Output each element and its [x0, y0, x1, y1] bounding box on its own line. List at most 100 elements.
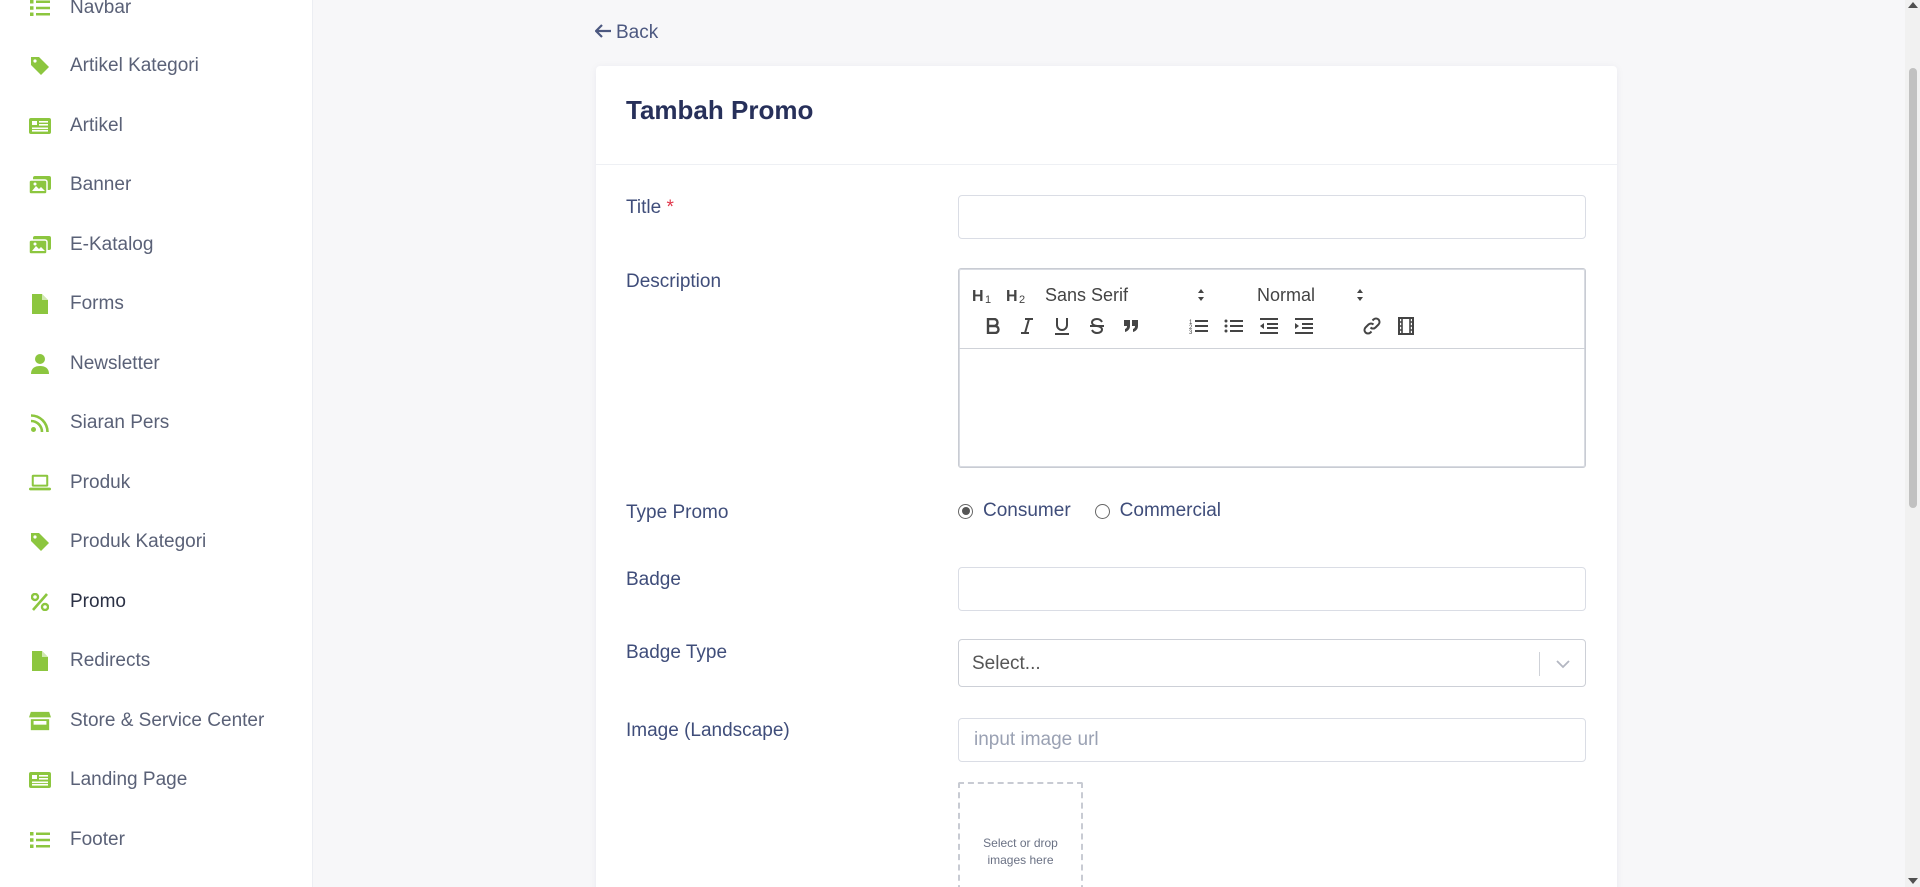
file-icon [29, 293, 51, 315]
back-label: Back [616, 22, 659, 43]
sidebar-item-label: Footer [70, 829, 125, 850]
sidebar-item-produk-kategori[interactable]: Produk Kategori [0, 522, 312, 562]
bold-icon[interactable] [979, 313, 1007, 339]
editor-toolbar: H1 H2 Sans Serif Normal 1 2 3 [959, 269, 1585, 349]
svg-text:H: H [972, 288, 984, 303]
sidebar-item-navbar[interactable]: Navbar [0, 0, 312, 28]
page-title: Tambah Promo [626, 95, 814, 125]
badge-type-select[interactable]: Select... [958, 639, 1586, 687]
link-icon[interactable] [1358, 313, 1386, 339]
list-icon [29, 829, 51, 851]
ordered-list-icon[interactable]: 123 [1185, 313, 1213, 339]
scroll-thumb[interactable] [1909, 68, 1917, 508]
type-promo-label: Type Promo [626, 502, 729, 523]
commercial-radio-label: Commercial [1119, 500, 1222, 521]
bullet-list-icon[interactable] [1220, 313, 1248, 339]
sidebar-item-label: Artikel [70, 115, 123, 136]
sidebar-item-label: Redirects [70, 650, 151, 671]
italic-icon[interactable] [1013, 313, 1041, 339]
sidebar-item-e-katalog[interactable]: E-Katalog [0, 225, 312, 265]
list-icon [29, 0, 51, 19]
indent-icon[interactable] [1290, 313, 1318, 339]
sidebar-item-landing-page[interactable]: Landing Page [0, 760, 312, 800]
sidebar-item-artikel-kategori[interactable]: Artikel Kategori [0, 46, 312, 86]
promo-form-card: Tambah Promo Title * Description H1 H2 S… [596, 66, 1617, 887]
sidebar-item-forms[interactable]: Forms [0, 284, 312, 324]
file-icon [29, 650, 51, 672]
description-editor: H1 H2 Sans Serif Normal 1 2 3 [958, 268, 1586, 468]
sidebar-item-label: E-Katalog [70, 234, 154, 255]
title-input[interactable] [958, 195, 1586, 239]
svg-text:2: 2 [1019, 294, 1025, 303]
font-family-value: Sans Serif [1045, 284, 1129, 305]
title-field-label: Title * [626, 197, 674, 219]
type-promo-radio-group: Consumer Commercial [958, 500, 1245, 522]
sidebar-item-label: Forms [70, 293, 124, 314]
chevron-down-icon [1556, 660, 1570, 669]
sidebar-item-label: Newsletter [70, 353, 160, 374]
image-dropzone[interactable]: Select or drop images here [958, 782, 1083, 887]
radio-checked-icon [958, 503, 973, 519]
sidebar-item-redirects[interactable]: Redirects [0, 641, 312, 681]
consumer-radio[interactable]: Consumer [958, 500, 1071, 522]
sidebar-item-label: Banner [70, 174, 132, 195]
sidebar-item-label: Promo [70, 591, 126, 612]
image-landscape-label: Image (Landscape) [626, 720, 790, 741]
select-divider [1539, 652, 1540, 676]
heading1-icon[interactable]: H1 [969, 282, 997, 308]
sidebar-item-banner[interactable]: Banner [0, 165, 312, 205]
sidebar-item-label: Navbar [70, 0, 132, 18]
select-arrows-icon [1357, 289, 1363, 301]
sidebar-item-label: Siaran Pers [70, 412, 170, 433]
image-url-input[interactable] [958, 718, 1586, 762]
images-icon [29, 234, 51, 256]
sidebar-item-store-service-center[interactable]: Store & Service Center [0, 701, 312, 741]
font-family-select[interactable]: Sans Serif [1045, 282, 1205, 308]
badge-input[interactable] [958, 567, 1586, 611]
user-icon [29, 353, 51, 375]
badge-type-label: Badge Type [626, 642, 728, 663]
font-size-select[interactable]: Normal [1257, 282, 1364, 308]
card-header: Tambah Promo [596, 66, 1617, 165]
strike-icon[interactable] [1083, 313, 1111, 339]
newspaper-icon [29, 115, 51, 137]
description-label: Description [626, 271, 722, 292]
select-arrows-icon [1198, 289, 1204, 301]
sidebar: Navbar Artikel Kategori Artikel Banner E… [0, 0, 313, 887]
heading2-icon[interactable]: H2 [1003, 282, 1031, 308]
badge-type-placeholder: Select... [972, 653, 1041, 674]
sidebar-item-label: Landing Page [70, 769, 188, 790]
percent-icon [29, 591, 51, 613]
scroll-down-icon[interactable] [1908, 878, 1918, 884]
dropzone-text: Select or drop images here [983, 836, 1058, 867]
outdent-icon[interactable] [1255, 313, 1283, 339]
sidebar-item-siaran-pers[interactable]: Siaran Pers [0, 403, 312, 443]
laptop-icon [29, 472, 51, 494]
sidebar-item-promo[interactable]: Promo [0, 582, 312, 622]
sidebar-item-newsletter[interactable]: Newsletter [0, 344, 312, 384]
badge-label: Badge [626, 569, 681, 590]
sidebar-item-label: Produk Kategori [70, 531, 207, 552]
sidebar-item-label: Store & Service Center [70, 710, 265, 731]
editor-content-area[interactable] [959, 350, 1585, 467]
sidebar-item-artikel[interactable]: Artikel [0, 106, 312, 146]
consumer-radio-label: Consumer [983, 500, 1071, 521]
sidebar-item-produk[interactable]: Produk [0, 463, 312, 503]
underline-icon[interactable] [1048, 313, 1076, 339]
svg-text:H: H [1006, 288, 1018, 303]
back-link[interactable]: Back [594, 22, 659, 44]
newspaper-icon [29, 769, 51, 791]
rss-icon [29, 412, 51, 434]
blockquote-icon[interactable] [1117, 313, 1145, 339]
svg-text:1: 1 [985, 294, 991, 303]
svg-text:3: 3 [1189, 330, 1193, 334]
page-scrollbar[interactable] [1905, 0, 1920, 887]
video-icon[interactable] [1392, 313, 1420, 339]
scroll-up-icon[interactable] [1908, 2, 1918, 8]
commercial-radio[interactable]: Commercial [1094, 500, 1222, 522]
sidebar-item-label: Artikel Kategori [70, 55, 199, 76]
sidebar-item-footer[interactable]: Footer [0, 820, 312, 860]
title-label-text: Title [626, 197, 662, 218]
font-size-value: Normal [1257, 284, 1316, 305]
tag-icon [29, 531, 51, 553]
